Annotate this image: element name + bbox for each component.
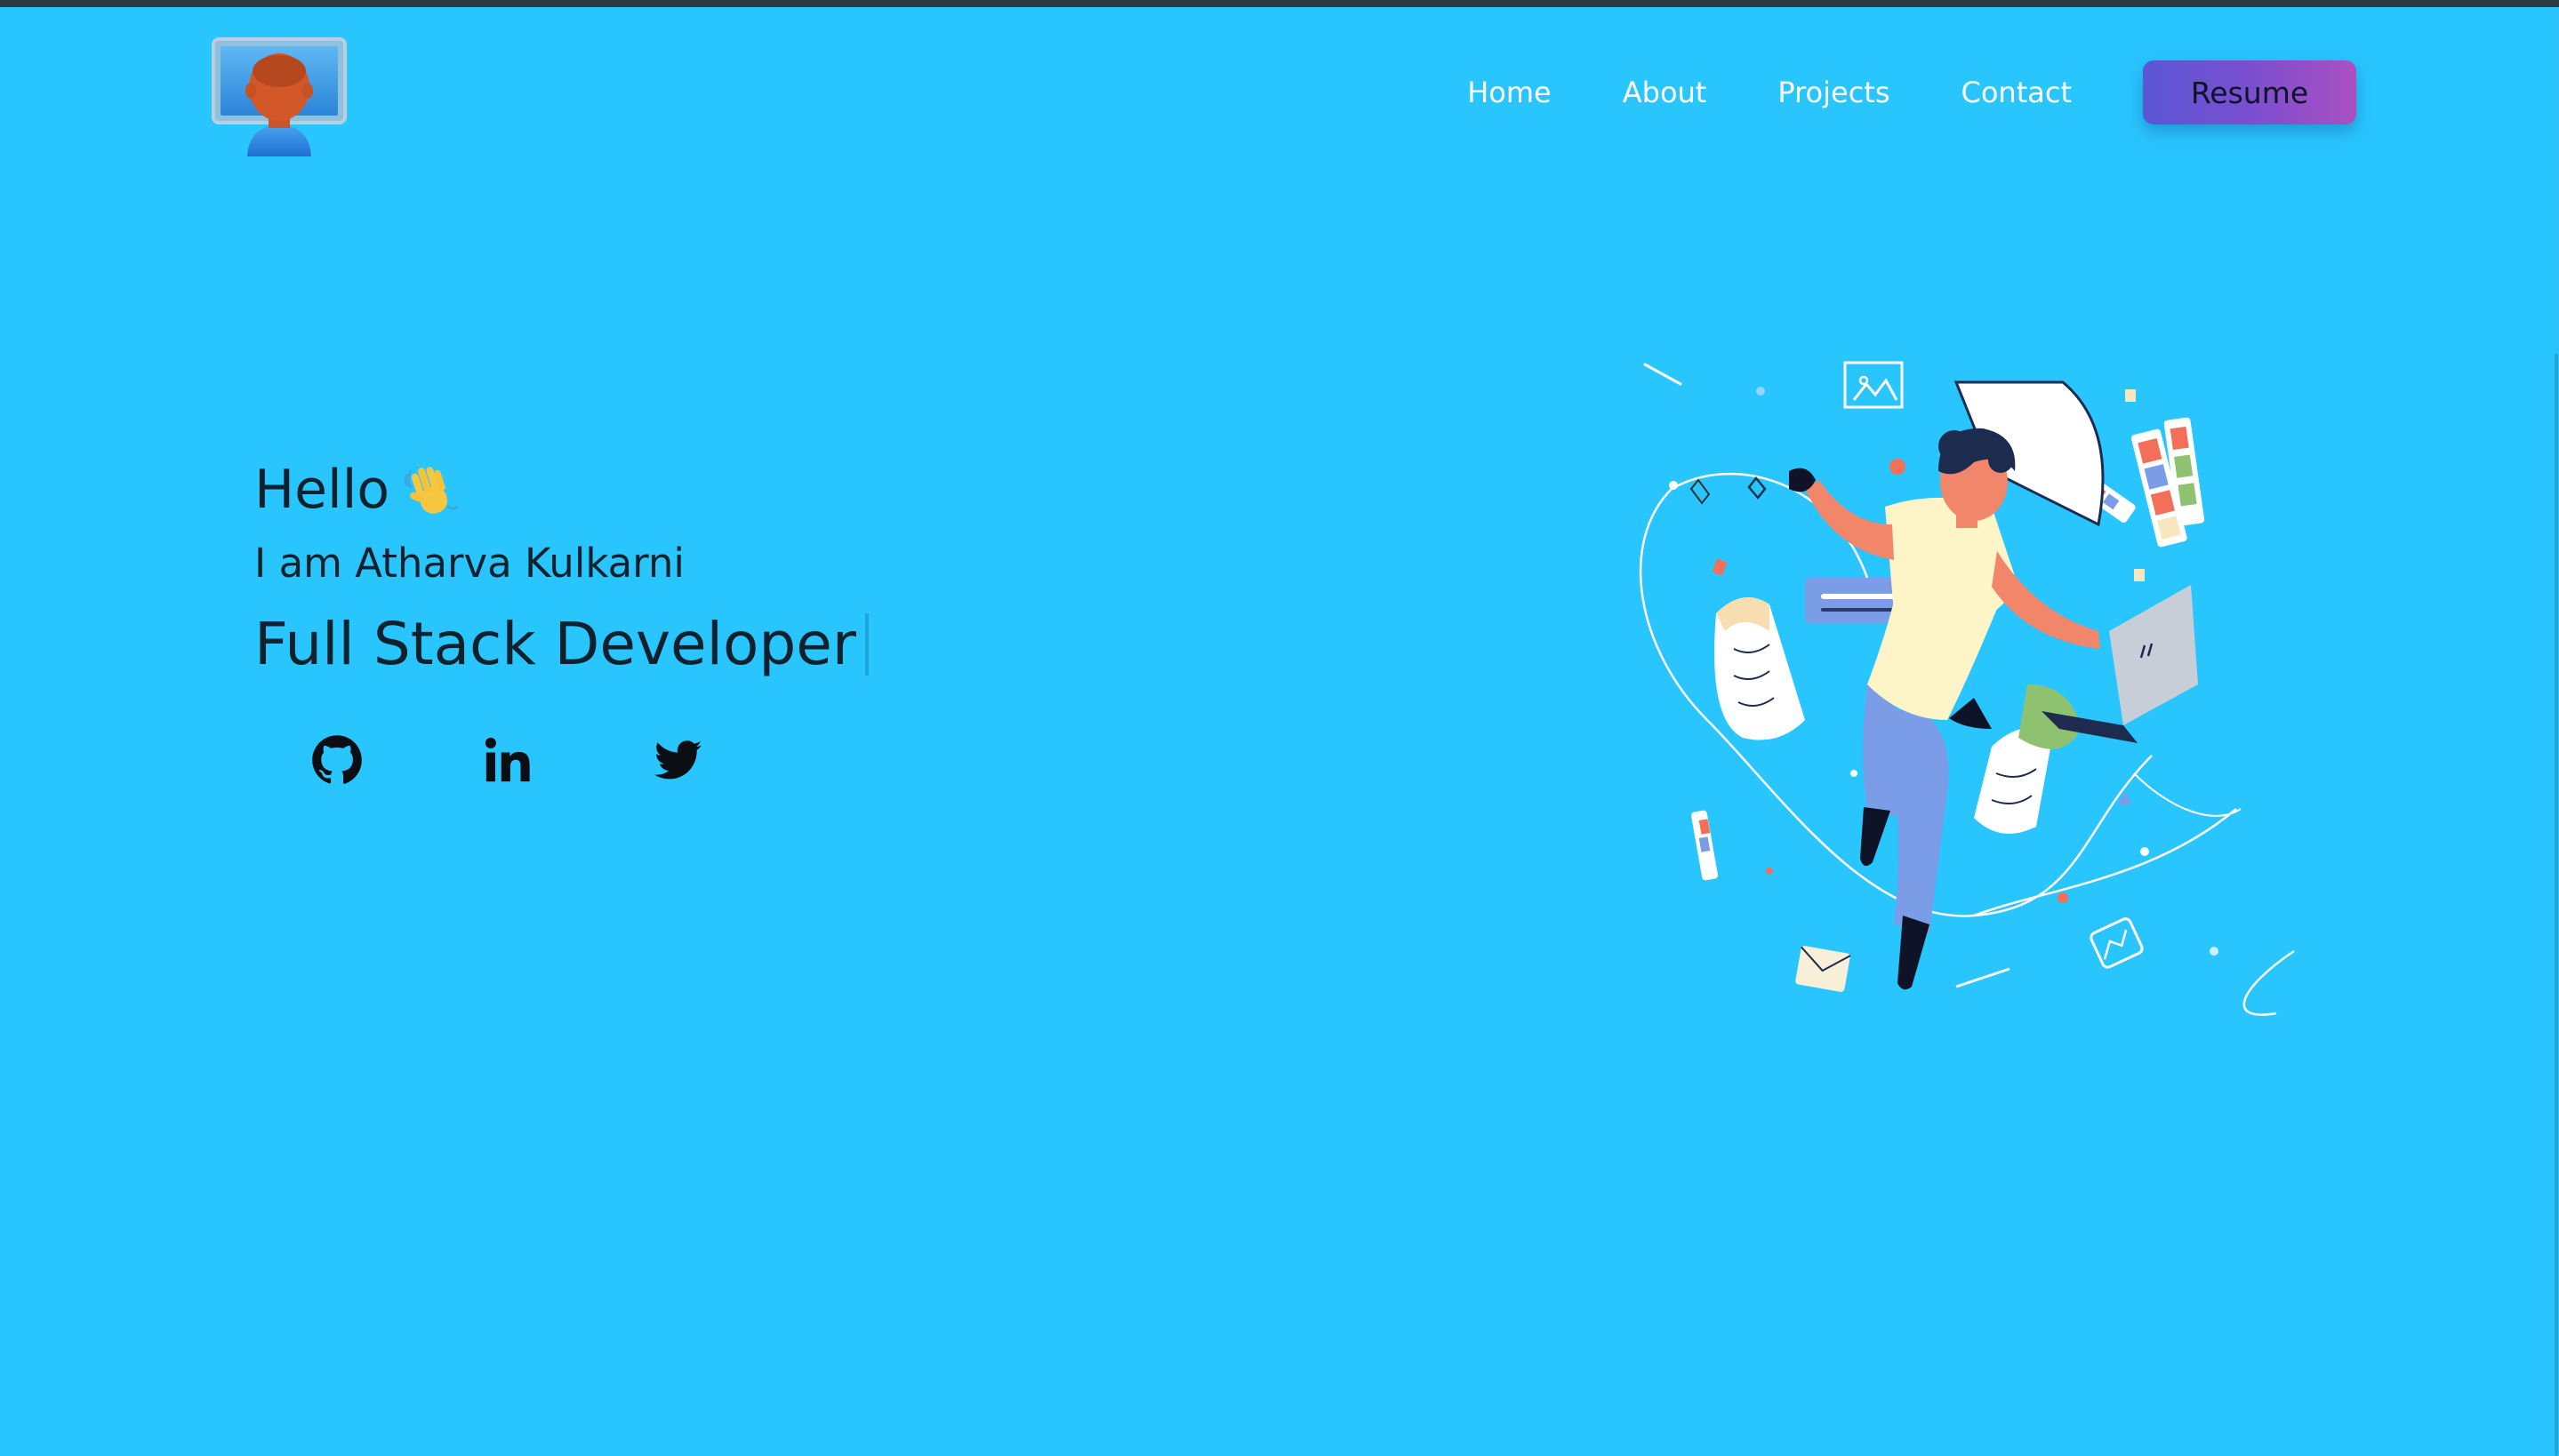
nav-link-projects[interactable]: Projects bbox=[1777, 76, 1889, 109]
github-link[interactable] bbox=[309, 732, 365, 788]
social-links bbox=[309, 732, 706, 788]
main-navigation: Home About Projects Contact Resume bbox=[1467, 59, 2356, 126]
greeting-line: Hello bbox=[254, 452, 869, 528]
nav-link-about[interactable]: About bbox=[1623, 76, 1707, 109]
linkedin-link[interactable] bbox=[480, 732, 535, 788]
nav-link-home[interactable]: Home bbox=[1467, 76, 1552, 109]
twitter-icon bbox=[654, 740, 702, 780]
github-icon bbox=[312, 735, 362, 784]
window-top-strip bbox=[0, 0, 2559, 7]
typing-cursor bbox=[864, 613, 869, 676]
linkedin-icon bbox=[485, 737, 530, 782]
twitter-link[interactable] bbox=[651, 732, 706, 788]
hero-section: Hello I am Atharva Kulkarni Full Stack D… bbox=[254, 452, 869, 684]
waving-hand-icon bbox=[404, 467, 459, 514]
scrollbar-thumb[interactable] bbox=[2555, 354, 2558, 1456]
role-text: Full Stack Developer bbox=[254, 610, 856, 678]
intro-text: I am Atharva Kulkarni bbox=[254, 540, 685, 587]
role-line: Full Stack Developer bbox=[254, 604, 869, 684]
logo-icon[interactable] bbox=[212, 37, 347, 158]
scrollbar[interactable] bbox=[2552, 7, 2559, 1456]
resume-button[interactable]: Resume bbox=[2143, 60, 2356, 124]
greeting-text: Hello bbox=[254, 459, 390, 521]
nav-link-contact[interactable]: Contact bbox=[1961, 76, 2073, 109]
developer-illustration bbox=[1639, 361, 2295, 1016]
